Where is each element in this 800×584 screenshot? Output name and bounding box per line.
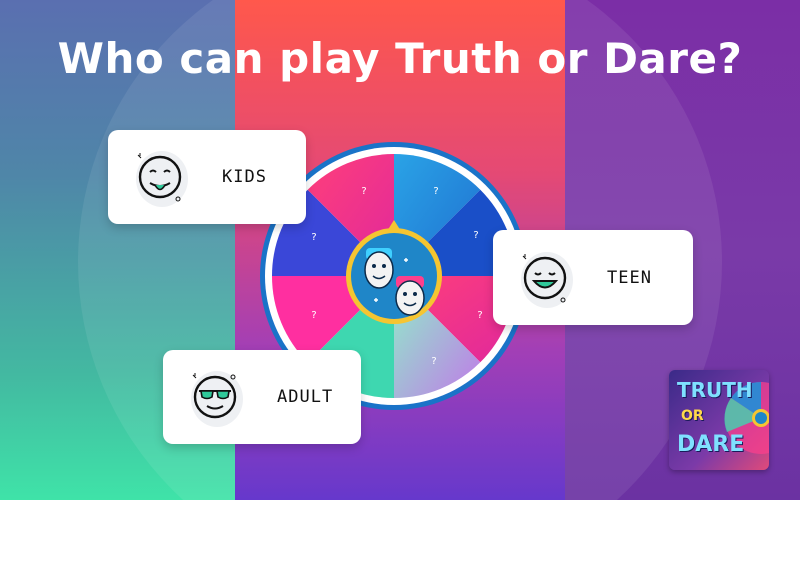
- logo-text-truth: TRUTH: [677, 378, 753, 402]
- logo-text-dare: DARE: [677, 432, 745, 457]
- page-title: Who can play Truth or Dare?: [57, 34, 743, 83]
- segment-marker-8: ?: [361, 186, 366, 197]
- sunglasses-face-icon: [191, 371, 243, 427]
- segment-marker-2: ?: [473, 230, 478, 241]
- option-card-adult[interactable]: ADULT: [163, 350, 361, 444]
- segment-marker-7: ?: [311, 232, 316, 243]
- option-label-kids: KIDS: [222, 167, 267, 187]
- option-card-teen[interactable]: TEEN: [493, 230, 693, 325]
- option-label-adult: ADULT: [277, 387, 334, 407]
- segment-marker-6: ?: [311, 310, 316, 321]
- tongue-out-face-icon: [136, 151, 188, 207]
- segment-marker-3: ?: [477, 310, 482, 321]
- segment-marker-1: ?: [433, 186, 438, 197]
- segment-marker-4: ?: [431, 356, 436, 367]
- app-logo: TRUTH OR DARE: [669, 370, 769, 470]
- smiling-face-icon: [521, 251, 573, 308]
- wheel-hub: [351, 233, 437, 319]
- option-label-teen: TEEN: [607, 267, 652, 288]
- logo-text-or: OR: [681, 408, 704, 424]
- option-card-kids[interactable]: KIDS: [108, 130, 306, 224]
